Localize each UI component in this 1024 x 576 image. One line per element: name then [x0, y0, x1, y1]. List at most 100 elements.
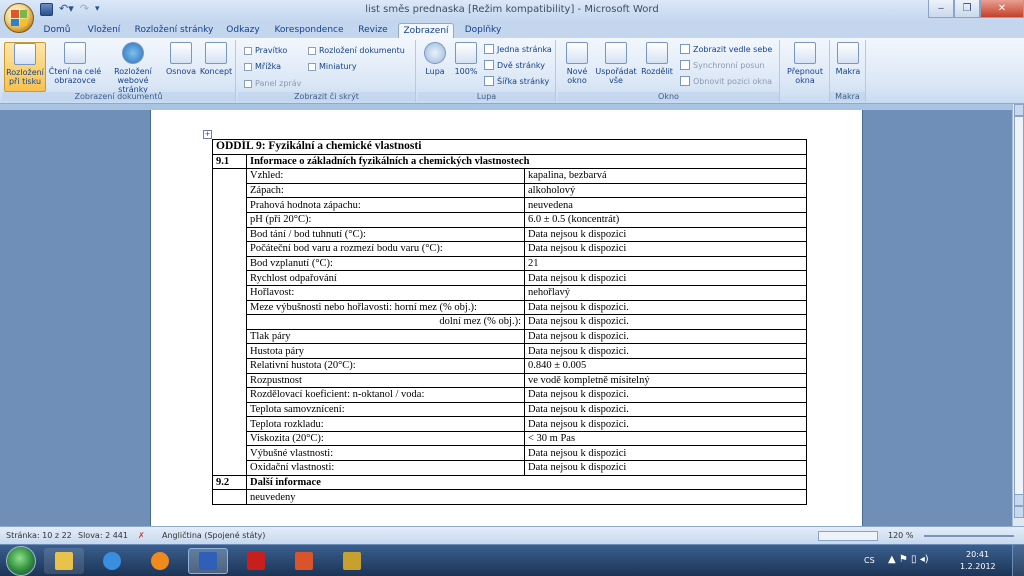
- show-desktop-button[interactable]: [1012, 545, 1024, 576]
- group-label: Zobrazit či skrýt: [238, 92, 415, 101]
- switch-windows-icon: [794, 42, 816, 64]
- tab-mailings[interactable]: Korespondence: [272, 23, 346, 38]
- language-indicator[interactable]: Angličtina (Spojené státy): [162, 531, 265, 540]
- table-row: Hořlavost: nehořlavý: [213, 284, 807, 301]
- draft-button[interactable]: Koncept: [198, 42, 234, 76]
- office-button[interactable]: [4, 3, 34, 33]
- property-label: Relativní hustota (20°C):: [246, 357, 525, 374]
- page-width-button[interactable]: Šířka stránky: [484, 76, 549, 86]
- explorer-taskbar-button[interactable]: [44, 548, 84, 574]
- zoom-slider[interactable]: [924, 535, 1014, 537]
- next-page-icon[interactable]: [1014, 506, 1024, 518]
- macros-button[interactable]: Makra: [833, 42, 863, 76]
- property-label: Počáteční bod varu a rozmezí bodu varu (…: [246, 241, 525, 257]
- tab-insert[interactable]: Vložení: [82, 23, 126, 38]
- vertical-scrollbar[interactable]: [1012, 104, 1024, 526]
- table-move-handle-icon[interactable]: +: [203, 130, 212, 139]
- property-value: Data nejsou k dispozici.: [524, 416, 807, 432]
- language-indicator-tray[interactable]: CS: [864, 556, 875, 565]
- view-side-by-side-button[interactable]: Zobrazit vedle sebe: [680, 44, 772, 54]
- one-page-button[interactable]: Jedna stránka: [484, 44, 552, 54]
- table-row: Rozpustnost ve vodě kompletně mísitelný: [213, 372, 807, 389]
- tab-view[interactable]: Zobrazení: [398, 23, 454, 38]
- page-width-icon: [484, 76, 494, 86]
- two-pages-button[interactable]: Dvě stránky: [484, 60, 545, 70]
- scroll-thumb[interactable]: [1014, 116, 1024, 496]
- property-label: Rozdělovací koeficient: n-oktanol / voda…: [246, 387, 525, 403]
- new-window-icon: [566, 42, 588, 64]
- print-layout-button[interactable]: Rozložení při tisku: [4, 42, 46, 92]
- property-value: 0.840 ± 0.005: [524, 357, 807, 374]
- gridlines-checkbox[interactable]: Mřížka: [244, 62, 281, 71]
- properties-table: ODDÍL 9: Fyzikální a chemické vlastnosti…: [212, 139, 807, 505]
- clock-time[interactable]: 20:41: [966, 550, 989, 559]
- close-button[interactable]: ✕: [980, 0, 1024, 18]
- table-row: Vzhled: kapalina, bezbarvá: [212, 168, 807, 476]
- proofing-icon[interactable]: ✗: [138, 531, 145, 540]
- tab-review[interactable]: Revize: [354, 23, 392, 38]
- group-show-hide: Pravítko Mřížka Panel zpráv Rozložení do…: [238, 40, 416, 102]
- tab-references[interactable]: Odkazy: [222, 23, 264, 38]
- document-map-checkbox[interactable]: Rozložení dokumentu: [308, 46, 405, 55]
- arrange-all-icon: [605, 42, 627, 64]
- start-button[interactable]: [6, 546, 36, 576]
- web-layout-button[interactable]: Rozložení webové stránky: [104, 42, 162, 94]
- group-switch-windows: Přepnout okna: [780, 40, 830, 102]
- powerpoint-taskbar-button[interactable]: [284, 548, 324, 574]
- app-taskbar-button[interactable]: [332, 548, 372, 574]
- page-count[interactable]: Stránka: 10 z 22: [6, 531, 72, 540]
- group-window: Nové okno Uspořádat vše Rozdělit Zobrazi…: [558, 40, 780, 102]
- new-window-button[interactable]: Nové okno: [562, 42, 592, 85]
- draft-icon: [205, 42, 227, 64]
- zoom-button[interactable]: Lupa: [420, 42, 450, 76]
- acrobat-taskbar-button[interactable]: [236, 548, 276, 574]
- table-row: Viskozita (20°C): < 30 m Pas: [213, 430, 807, 447]
- arrange-all-button[interactable]: Uspořádat vše: [594, 42, 638, 85]
- group-document-views: Rozložení při tisku Čtení na celé obrazo…: [2, 40, 236, 102]
- property-label: Rozpustnost: [246, 372, 525, 389]
- ruler-checkbox[interactable]: Pravítko: [244, 46, 287, 55]
- scroll-up-icon[interactable]: [1014, 104, 1024, 116]
- word-taskbar-button[interactable]: [188, 548, 228, 574]
- reset-position-icon: [680, 76, 690, 86]
- word-count[interactable]: Slova: 2 441: [78, 531, 128, 540]
- minimize-button[interactable]: ‒: [928, 0, 954, 18]
- property-label: Teplota samovznícení:: [246, 401, 525, 418]
- tab-page-layout[interactable]: Rozložení stránky: [134, 23, 214, 38]
- table-row: Rozdělovací koeficient: n-oktanol / voda…: [213, 387, 807, 403]
- table-row: 9.1 Informace o základních fyzikálních a…: [212, 153, 807, 170]
- tab-home[interactable]: Domů: [38, 23, 76, 38]
- group-label: Lupa: [418, 92, 555, 101]
- tab-addins[interactable]: Doplňky: [460, 23, 506, 38]
- clock-date[interactable]: 1.2.2012: [960, 562, 996, 571]
- property-value: nehořlavý: [524, 284, 807, 301]
- synchronous-scrolling-button: Synchronní posun: [680, 60, 765, 70]
- media-player-taskbar-button[interactable]: [140, 548, 180, 574]
- table-row: Rychlost odpařování Data nejsou k dispozi…: [213, 270, 807, 286]
- split-button[interactable]: Rozdělit: [640, 42, 674, 76]
- zoom-100-button[interactable]: 100%: [452, 42, 480, 76]
- restore-button[interactable]: ❐: [954, 0, 980, 18]
- property-value: Data nejsou k dispozici.: [524, 314, 807, 330]
- property-value: Data nejsou k dispozici.: [524, 299, 807, 316]
- subsection-number: 9.1: [212, 153, 247, 170]
- full-reading-button[interactable]: Čtení na celé obrazovce: [48, 42, 102, 85]
- previous-page-icon[interactable]: [1014, 494, 1024, 506]
- property-value: Data nejsou k dispozici.: [524, 328, 807, 345]
- internet-explorer-icon: [103, 552, 121, 570]
- thumbnails-checkbox[interactable]: Miniatury: [308, 62, 357, 71]
- zoom-level[interactable]: 120 %: [888, 531, 913, 540]
- table-row: Meze výbušnosti nebo hořlavosti: horní m…: [213, 299, 807, 316]
- property-value: Data nejsou k dispozici.: [524, 387, 807, 403]
- property-value: neuvedena: [524, 197, 807, 213]
- property-value: Data nejsou k dispozici.: [524, 401, 807, 418]
- ie-taskbar-button[interactable]: [92, 548, 132, 574]
- section-title: ODDÍL 9: Fyzikální a chemické vlastnosti: [212, 139, 807, 155]
- document-page[interactable]: + ODDÍL 9: Fyzikální a chemické vlastnos…: [150, 110, 863, 526]
- table-row: 9.2 Další informace: [212, 474, 807, 491]
- tray-icons[interactable]: ▲ ⚑ ▯ ◂): [888, 554, 929, 565]
- view-buttons[interactable]: [818, 531, 878, 541]
- switch-windows-button[interactable]: Přepnout okna: [784, 42, 826, 85]
- property-label: Meze výbušnosti nebo hořlavosti: horní m…: [246, 299, 525, 316]
- outline-button[interactable]: Osnova: [164, 42, 198, 76]
